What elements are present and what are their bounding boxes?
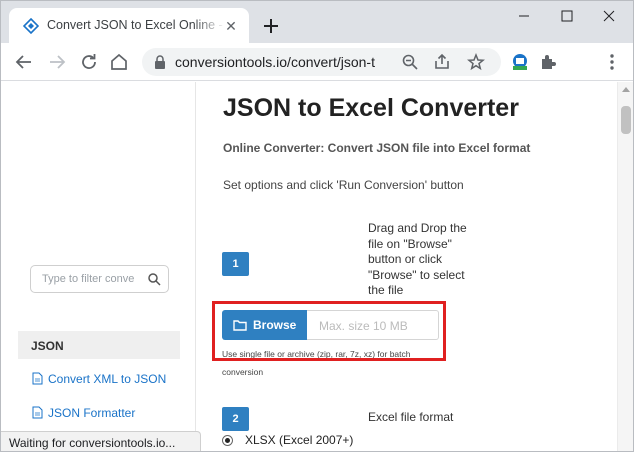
- step-2-badge: 2: [222, 407, 249, 431]
- page-subtitle: Online Converter: Convert JSON file into…: [223, 141, 531, 155]
- filter-input[interactable]: Type to filter conve: [30, 265, 169, 293]
- browser-window: Convert JSON to Excel Online - JS ✕ conv…: [0, 0, 634, 452]
- category-label: JSON: [31, 339, 64, 353]
- browser-tab[interactable]: Convert JSON to Excel Online - JS ✕: [9, 8, 249, 43]
- sidebar-link-label[interactable]: JSON Formatter: [48, 406, 135, 420]
- menu-kebab-icon[interactable]: [601, 51, 623, 73]
- lock-icon[interactable]: [154, 55, 166, 69]
- drag-drop-text: Drag and Drop the file on "Browse" butto…: [368, 221, 467, 297]
- excel-format-label: Excel file format: [368, 410, 454, 424]
- page-content: Type to filter conve JSON Convert XML to…: [1, 82, 633, 451]
- file-icon: [32, 372, 43, 385]
- sidebar-link-label[interactable]: Convert XML to JSON: [48, 372, 166, 386]
- filter-placeholder[interactable]: Type to filter conve: [42, 273, 142, 285]
- minimize-icon[interactable]: [506, 4, 542, 28]
- window-close-icon[interactable]: [591, 4, 627, 28]
- back-arrow-icon[interactable]: [13, 51, 35, 73]
- search-icon[interactable]: [147, 272, 161, 286]
- highlight-box: [212, 301, 446, 361]
- radio-label[interactable]: XLSX (Excel 2007+): [245, 433, 353, 447]
- tab-title: Convert JSON to Excel Online - JS: [47, 18, 225, 32]
- status-bar: Waiting for conversiontools.io...: [1, 431, 201, 451]
- zoom-icon[interactable]: [401, 53, 419, 71]
- sidebar: Type to filter conve JSON Convert XML to…: [1, 82, 196, 451]
- url-text[interactable]: conversiontools.io/convert/json-t...: [175, 54, 375, 70]
- browser-toolbar: conversiontools.io/convert/json-t...: [1, 43, 633, 81]
- conversiontools-icon: [23, 18, 39, 34]
- extensions-puzzle-icon[interactable]: [537, 51, 559, 73]
- file-icon: [32, 406, 43, 419]
- extension-badge-icon[interactable]: [509, 51, 531, 73]
- maximize-icon[interactable]: [549, 4, 585, 28]
- status-text: Waiting for conversiontools.io...: [9, 436, 176, 450]
- new-tab-icon[interactable]: [259, 14, 283, 38]
- sidebar-category-json[interactable]: JSON: [18, 331, 180, 359]
- page-scrollbar[interactable]: [617, 82, 633, 451]
- tab-strip: Convert JSON to Excel Online - JS ✕: [1, 1, 633, 43]
- radio-selected[interactable]: [222, 435, 233, 446]
- drag-drop-area: Drag and Drop the file on "Browse" butto…: [196, 217, 617, 305]
- scroll-up-arrow-icon[interactable]: [622, 87, 630, 92]
- instructions-text: Set options and click 'Run Conversion' b…: [223, 178, 464, 192]
- tab-close-icon[interactable]: ✕: [223, 18, 239, 34]
- page-title: JSON to Excel Converter: [223, 94, 519, 122]
- forward-arrow-icon[interactable]: [46, 51, 68, 73]
- home-icon[interactable]: [108, 51, 130, 73]
- main-content: JSON to Excel Converter Online Converter…: [196, 82, 617, 451]
- share-icon[interactable]: [433, 53, 451, 71]
- bookmark-star-icon[interactable]: [467, 53, 485, 71]
- address-bar[interactable]: conversiontools.io/convert/json-t...: [142, 48, 501, 76]
- scrollbar-thumb[interactable]: [621, 106, 631, 134]
- reload-icon[interactable]: [78, 51, 100, 73]
